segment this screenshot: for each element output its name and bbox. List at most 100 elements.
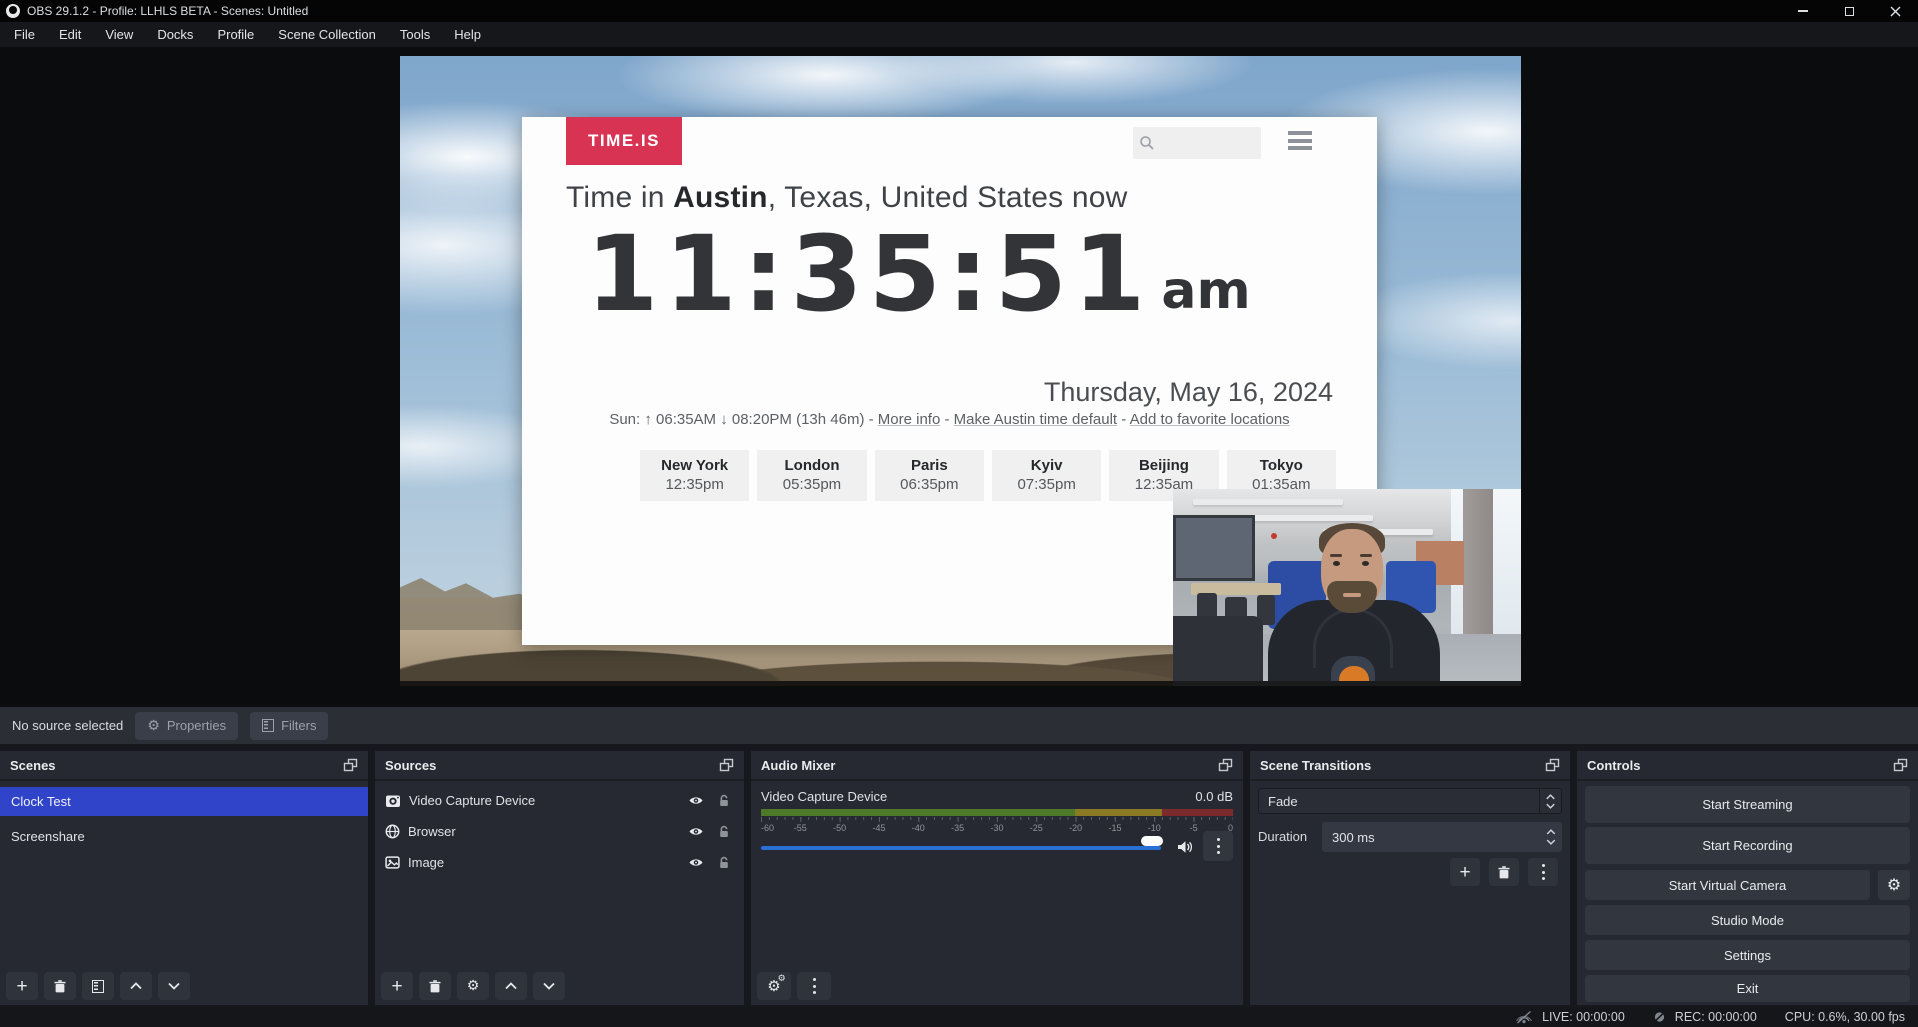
mixer-channel-menu-button[interactable]: [1203, 831, 1233, 861]
transition-selected-value: Fade: [1268, 794, 1298, 809]
volume-slider[interactable]: [761, 846, 1161, 850]
scenes-header: Scenes: [0, 751, 368, 781]
filters-button[interactable]: Filters: [250, 712, 328, 740]
add-transition-button[interactable]: +: [1450, 858, 1480, 886]
popout-icon[interactable]: [1893, 758, 1908, 772]
popout-icon[interactable]: [1545, 758, 1560, 772]
sources-panel: Sources Video Capture Device Browser: [375, 751, 744, 1005]
transition-menu-button[interactable]: [1528, 858, 1558, 886]
filters-label: Filters: [281, 718, 316, 733]
mixer-header: Audio Mixer: [751, 751, 1243, 781]
menu-file[interactable]: File: [2, 22, 47, 47]
chevron-down-icon: [168, 982, 180, 990]
popout-icon[interactable]: [1218, 758, 1233, 772]
meter-tick-labels: -60 -55 -50 -45 -40 -35 -30 -25 -20 -15 …: [761, 822, 1233, 834]
preview-canvas[interactable]: TIME.IS Time in Austin, Texas, United St…: [400, 56, 1521, 686]
double-gear-icon: ⚙: [767, 977, 780, 995]
advanced-audio-button[interactable]: ⚙: [757, 972, 791, 1000]
scene-item-clock-test[interactable]: Clock Test: [0, 787, 368, 816]
controls-header: Controls: [1577, 751, 1918, 781]
mixer-title: Audio Mixer: [761, 758, 835, 773]
chevron-down-icon: [543, 982, 555, 990]
status-bar: LIVE: 00:00:00 REC: 00:00:00 CPU: 0.6%, …: [0, 1007, 1918, 1027]
start-virtual-camera-button[interactable]: Start Virtual Camera: [1585, 870, 1870, 900]
remove-source-button[interactable]: [419, 972, 451, 1000]
webcam-glass-office: [1173, 515, 1255, 581]
chevron-up-icon[interactable]: [1546, 829, 1556, 835]
page-date: Thursday, May 16, 2024: [1044, 377, 1333, 408]
add-source-button[interactable]: +: [381, 972, 413, 1000]
popout-icon[interactable]: [719, 758, 734, 772]
visibility-eye-icon[interactable]: [688, 826, 704, 837]
source-item-image[interactable]: Image: [375, 848, 744, 877]
transition-select[interactable]: Fade: [1258, 788, 1562, 814]
chevron-down-icon[interactable]: [1546, 839, 1556, 845]
menu-tools[interactable]: Tools: [388, 22, 442, 47]
webcam-exit-light: [1271, 533, 1277, 539]
maximize-button[interactable]: [1826, 0, 1872, 22]
volume-meter: [761, 809, 1233, 816]
transitions-toolbar: +: [1450, 858, 1558, 886]
trash-icon: [1498, 866, 1510, 879]
menu-scene-collection[interactable]: Scene Collection: [266, 22, 388, 47]
digital-clock: 11:35:51 am: [586, 217, 1251, 331]
add-favorite-link: Add to favorite locations: [1130, 411, 1290, 428]
virtual-camera-settings-button[interactable]: ⚙: [1878, 870, 1910, 900]
visibility-eye-icon[interactable]: [688, 857, 704, 868]
source-item-browser[interactable]: Browser: [375, 817, 744, 846]
make-default-link: Make Austin time default: [954, 411, 1117, 428]
window-controls: [1780, 0, 1918, 22]
plus-icon: +: [16, 977, 27, 996]
properties-label: Properties: [167, 718, 226, 733]
live-time: LIVE: 00:00:00: [1542, 1010, 1625, 1024]
scenes-panel: Scenes Clock Test Screenshare +: [0, 751, 368, 1005]
scene-filters-button[interactable]: [82, 972, 114, 1000]
person-eye: [1333, 561, 1340, 566]
visibility-eye-icon[interactable]: [688, 795, 704, 806]
menu-view[interactable]: View: [93, 22, 145, 47]
add-scene-button[interactable]: +: [6, 972, 38, 1000]
move-scene-up-button[interactable]: [120, 972, 152, 1000]
start-streaming-button[interactable]: Start Streaming: [1585, 786, 1910, 823]
source-properties-button[interactable]: ⚙: [457, 972, 489, 1000]
start-recording-button[interactable]: Start Recording: [1585, 827, 1910, 864]
volume-slider-handle[interactable]: [1141, 836, 1163, 846]
source-item-video-capture[interactable]: Video Capture Device: [375, 786, 744, 815]
audio-mixer-panel: Audio Mixer Video Capture Device 0.0 dB …: [751, 751, 1243, 1005]
preview-workspace: TIME.IS Time in Austin, Texas, United St…: [0, 47, 1918, 707]
menu-profile[interactable]: Profile: [205, 22, 266, 47]
menu-docks[interactable]: Docks: [145, 22, 205, 47]
move-scene-down-button[interactable]: [158, 972, 190, 1000]
duration-spinbox[interactable]: 300 ms: [1322, 822, 1562, 852]
move-source-up-button[interactable]: [495, 972, 527, 1000]
obs-window: OBS 29.1.2 - Profile: LLHLS BETA - Scene…: [0, 0, 1918, 1027]
minimize-button[interactable]: [1780, 0, 1826, 22]
chevron-up-icon[interactable]: [1546, 794, 1555, 800]
exit-button[interactable]: Exit: [1585, 975, 1910, 1002]
popout-icon[interactable]: [343, 758, 358, 772]
gear-icon: ⚙: [1887, 877, 1901, 893]
webcam-source[interactable]: [1173, 489, 1521, 686]
properties-button[interactable]: ⚙ Properties: [135, 712, 238, 740]
studio-mode-button[interactable]: Studio Mode: [1585, 905, 1910, 935]
ceiling-light: [1193, 499, 1343, 505]
close-button[interactable]: [1872, 0, 1918, 22]
chevron-down-icon[interactable]: [1546, 803, 1555, 809]
mixer-menu-button[interactable]: [797, 972, 831, 1000]
chevron-up-icon: [505, 982, 517, 990]
lock-icon[interactable]: [718, 794, 730, 807]
menu-help[interactable]: Help: [442, 22, 493, 47]
scene-item-screenshare[interactable]: Screenshare: [0, 822, 368, 851]
menu-edit[interactable]: Edit: [47, 22, 93, 47]
window-title: OBS 29.1.2 - Profile: LLHLS BETA - Scene…: [27, 4, 308, 18]
lock-icon[interactable]: [718, 825, 730, 838]
duration-label: Duration: [1258, 822, 1307, 852]
remove-scene-button[interactable]: [44, 972, 76, 1000]
city-box: New York12:35pm: [640, 450, 749, 501]
lock-icon[interactable]: [718, 856, 730, 869]
remove-transition-button[interactable]: [1489, 858, 1519, 886]
speaker-icon[interactable]: [1177, 840, 1193, 854]
settings-button[interactable]: Settings: [1585, 940, 1910, 970]
move-source-down-button[interactable]: [533, 972, 565, 1000]
transitions-header: Scene Transitions: [1250, 751, 1570, 781]
